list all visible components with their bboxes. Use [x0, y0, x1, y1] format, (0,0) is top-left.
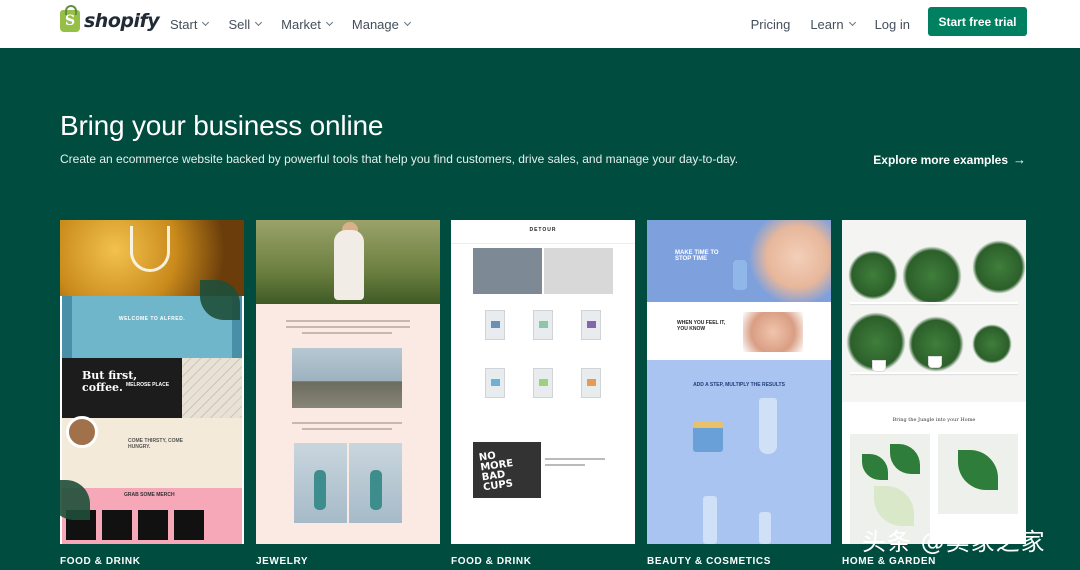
card-category-label: HOME & GARDEN: [842, 556, 936, 567]
card-category-label: FOOD & DRINK: [451, 556, 532, 567]
chevron-down-icon: [403, 18, 411, 27]
store-snippet: ADD A STEP, MULTIPLY THE RESULTS: [693, 382, 785, 388]
pot-image: [872, 360, 886, 372]
store-snippet: GRAB SOME MERCH: [124, 492, 175, 498]
text-placeholder: [302, 428, 392, 430]
leaf-icon: [862, 454, 888, 480]
nav-item-label: Pricing: [750, 16, 791, 32]
card-category-label: FOOD & DRINK: [60, 556, 141, 567]
text-placeholder: [302, 332, 392, 334]
nav-item-start[interactable]: Start: [170, 16, 210, 32]
store-snippet: MAKE TIME TO STOP TIME: [675, 250, 719, 262]
chevron-down-icon: [325, 18, 333, 27]
beach-photo: [292, 348, 402, 408]
product-tube-image: [703, 496, 717, 544]
product-thumbnail: [174, 510, 204, 540]
shelf: [850, 302, 1018, 304]
nav-item-pricing[interactable]: Pricing: [751, 17, 791, 32]
plant-image: [972, 240, 1026, 294]
store-section: [647, 302, 831, 360]
coffee-bag-image: [581, 368, 601, 398]
text-placeholder: [286, 320, 410, 322]
plant-image: [902, 246, 962, 306]
chevron-down-icon: [255, 18, 263, 27]
store-snippet: WHEN YOU FEEL IT, YOU KNOW: [677, 320, 726, 332]
card-category-label: JEWELRY: [256, 556, 309, 567]
text-placeholder: [292, 422, 402, 424]
shopify-logo[interactable]: shopify: [60, 5, 160, 32]
shopping-bag-icon: [60, 5, 80, 32]
store-banner: [473, 248, 613, 294]
model-figure: [314, 470, 326, 510]
text-placeholder: [545, 464, 585, 466]
example-store-card-alfred[interactable]: WELCOME TO ALFRED. But first, coffee. ME…: [60, 220, 244, 544]
text-placeholder: [286, 326, 410, 328]
explore-more-examples-link[interactable]: Explore more examples →: [873, 152, 1026, 167]
nav-item-learn[interactable]: Learn: [810, 16, 856, 32]
primary-nav: Start Sell Market Manage: [170, 0, 411, 48]
nav-item-label: Start: [170, 16, 198, 32]
nav-item-login[interactable]: Log in: [875, 17, 910, 32]
store-logo: DETOUR: [529, 227, 557, 233]
example-store-card-jewelry[interactable]: [256, 220, 440, 544]
product-thumbnail: [138, 510, 168, 540]
store-section: [256, 304, 440, 544]
plant-photo: [938, 434, 1018, 514]
card-category-label: BEAUTY & COSMETICS: [647, 556, 771, 567]
watermark: 头条 @卖家之家: [862, 528, 1046, 556]
leaf-icon: [958, 450, 998, 490]
nav-item-label: Manage: [351, 16, 399, 32]
arrow-right-icon: →: [1013, 152, 1026, 167]
shelf: [850, 372, 1018, 374]
pot-image: [928, 356, 942, 368]
leaf-icon: [874, 486, 914, 526]
nav-item-label: Log in: [874, 16, 910, 32]
antler-logo-icon: [130, 226, 170, 272]
nav-item-sell[interactable]: Sell: [228, 16, 263, 32]
secondary-nav: Pricing Learn Log in: [751, 0, 910, 48]
example-store-card-garden[interactable]: Bring the Jungle into your Home: [842, 220, 1026, 544]
latte-cup-image: [66, 416, 98, 448]
nav-item-label: Learn: [810, 16, 844, 32]
product-bottle-image: [733, 260, 747, 290]
store-snippet: NO MORE BAD CUPS: [478, 450, 514, 494]
product-tube-image: [759, 512, 771, 544]
text-placeholder: [545, 458, 605, 460]
store-snippet: MELROSE PLACE: [126, 382, 170, 388]
example-store-card-beauty[interactable]: MAKE TIME TO STOP TIME WHEN YOU FEEL IT,…: [647, 220, 831, 544]
plant-image: [848, 250, 898, 300]
nav-item-label: Sell: [228, 16, 251, 32]
model-image: [334, 230, 364, 300]
logo-text: shopify: [84, 10, 160, 32]
product-tube-image: [759, 398, 777, 454]
store-snippet: Bring the Jungle into your Home: [892, 417, 976, 423]
start-free-trial-button[interactable]: Start free trial: [928, 7, 1027, 36]
model-figure: [370, 470, 382, 510]
model-face-image: [743, 312, 803, 352]
leaf-icon: [890, 444, 920, 474]
chevron-down-icon: [848, 18, 856, 27]
example-store-card-detour[interactable]: DETOUR NO MORE BAD CUPS: [451, 220, 635, 544]
coffee-bag-image: [485, 310, 505, 340]
coffee-bag-image: [485, 368, 505, 398]
coffee-bag-image: [533, 368, 553, 398]
chevron-down-icon: [202, 18, 210, 27]
store-promo-panel: But first, coffee. MELROSE PLACE: [62, 358, 192, 418]
coffee-bag-image: [533, 310, 553, 340]
hero-subtitle: Create an ecommerce website backed by po…: [60, 152, 739, 166]
top-navigation-bar: shopify Start Sell Market Manage Pricing…: [0, 0, 1080, 48]
store-snippet: COME THIRSTY, COME HUNGRY.: [128, 438, 184, 450]
nav-item-label: Market: [281, 16, 321, 32]
nav-item-manage[interactable]: Manage: [351, 16, 411, 32]
explore-label: Explore more examples: [873, 152, 1008, 167]
product-jar-image: [693, 422, 723, 452]
hero-title: Bring your business online: [60, 110, 384, 141]
plant-image: [972, 324, 1012, 364]
model-face-image: [747, 220, 831, 302]
coffee-bag-image: [581, 310, 601, 340]
tile-wall-image: [182, 358, 242, 424]
product-thumbnail: [102, 510, 132, 540]
nav-item-market[interactable]: Market: [281, 16, 333, 32]
